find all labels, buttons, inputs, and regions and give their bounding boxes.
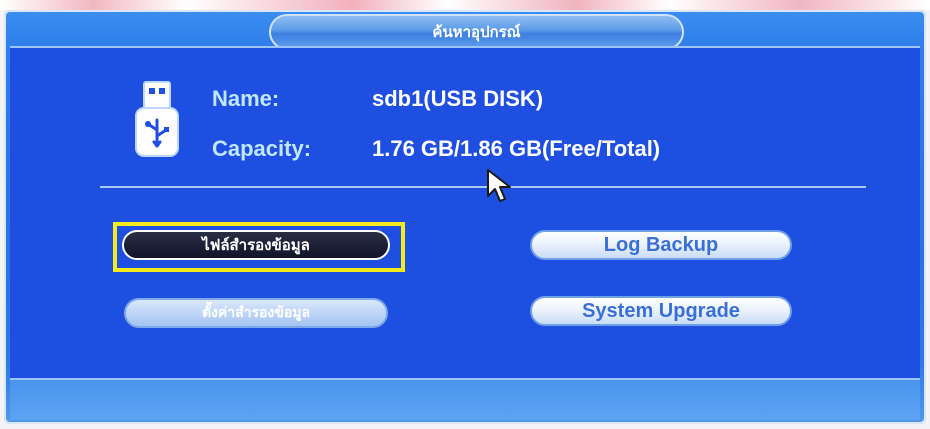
mouse-cursor-icon — [487, 169, 511, 202]
capacity-label: Capacity: — [212, 136, 312, 161]
top-edge-bleed — [0, 0, 930, 10]
usb-drive-icon — [135, 81, 179, 157]
name-value: sdb1(USB DISK) — [372, 86, 544, 111]
capacity-value: 1.76 GB/1.86 GB(Free/Total) — [372, 136, 661, 161]
backup-settings-button[interactable]: ตั้งค่าสำรองข้อมูล — [124, 298, 388, 328]
name-label: Name: — [212, 86, 280, 111]
dialog-footer — [10, 380, 920, 420]
selection-highlight — [113, 222, 405, 272]
usb-device-dialog: ค้นหาอุปกรณ์ — [4, 10, 926, 424]
log-backup-button[interactable]: Log Backup — [530, 230, 792, 260]
system-upgrade-button[interactable]: System Upgrade — [530, 296, 792, 326]
section-divider — [100, 186, 866, 188]
dialog-title: ค้นหาอุปกรณ์ — [269, 14, 684, 50]
